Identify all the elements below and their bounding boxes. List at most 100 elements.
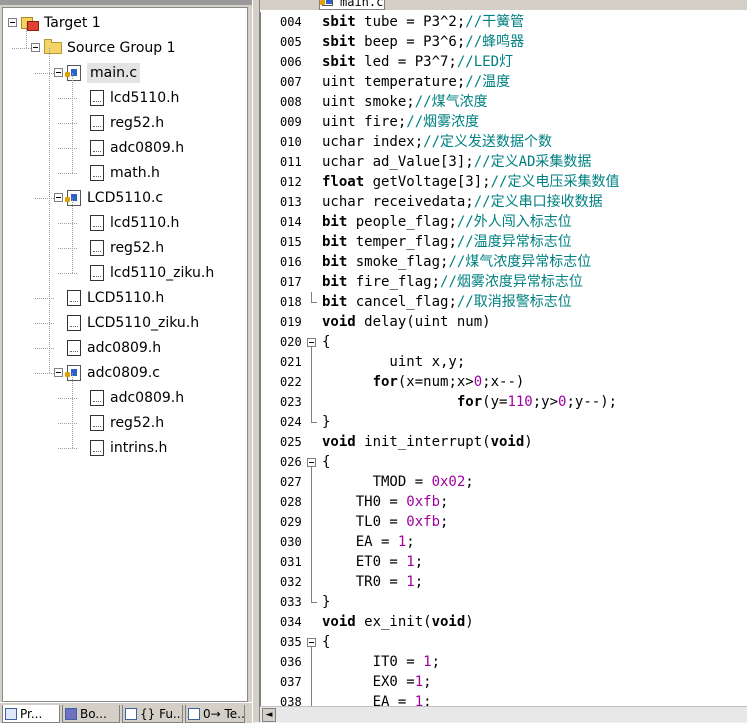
- code-line[interactable]: 025 void init_interrupt(void): [261, 432, 747, 452]
- code-line[interactable]: 018 bit cancel_flag;//取消报警标志位: [261, 292, 747, 312]
- file-tab-label: main.c: [340, 0, 384, 9]
- fold-toggle-icon[interactable]: [307, 638, 316, 647]
- tree-item-label: lcd5110_ziku.h: [110, 265, 215, 281]
- header-file-icon: [67, 340, 81, 356]
- code-line[interactable]: 006 sbit led = P3^7;//LED灯: [261, 52, 747, 72]
- tree-item-label: math.h: [110, 165, 160, 181]
- header-file-icon: [90, 215, 104, 231]
- code-text: bit cancel_flag;//取消报警标志位: [322, 294, 572, 310]
- tree-item-lcd5110-ziku-h[interactable]: lcd5110_ziku.h: [3, 263, 243, 283]
- fold-toggle-icon[interactable]: [307, 458, 316, 467]
- code-text: {: [322, 334, 331, 350]
- code-editor[interactable]: main.c 004 sbit tube = P3^2;//干簧管 005 sbit …: [260, 0, 747, 722]
- code-line[interactable]: 017 bit fire_flag;//烟雾浓度异常标志位: [261, 272, 747, 292]
- code-line[interactable]: 022 for(x=num;x>0;x--): [261, 372, 747, 392]
- line-number: 022: [280, 375, 302, 389]
- books-icon: [65, 708, 77, 720]
- panel-tab-label: 0→ Te...: [203, 707, 245, 721]
- tree-item-lcd5110-h[interactable]: lcd5110.h: [3, 213, 243, 233]
- panel-tab-2[interactable]: {} Fu...: [122, 705, 183, 723]
- code-line[interactable]: 035 {: [261, 632, 747, 652]
- collapse-toggle-icon[interactable]: [54, 193, 63, 202]
- pane-splitter[interactable]: [252, 0, 260, 722]
- code-line[interactable]: 009 uint fire;//烟雾浓度: [261, 112, 747, 132]
- code-line[interactable]: 024}: [261, 412, 747, 432]
- line-number: 030: [280, 535, 302, 549]
- code-line[interactable]: 038 EA = 1;: [261, 692, 747, 706]
- code-line[interactable]: 008 uint smoke;//煤气浓度: [261, 92, 747, 112]
- code-line[interactable]: 027 TMOD = 0x02;: [261, 472, 747, 492]
- tree-item-lcd5110-c[interactable]: LCD5110.c: [3, 188, 243, 208]
- line-number: 021: [280, 355, 302, 369]
- tree-item-adc0809-h[interactable]: adc0809.h: [3, 338, 243, 358]
- file-tab-main-c[interactable]: main.c: [319, 0, 385, 10]
- code-line[interactable]: 020 {: [261, 332, 747, 352]
- code-line[interactable]: 031 ET0 = 1;: [261, 552, 747, 572]
- tree-item-adc0809-h[interactable]: adc0809.h: [3, 388, 243, 408]
- project-tree[interactable]: Target 1 Source Group 1 main.c lcd5110.h reg…: [2, 7, 248, 702]
- code-line[interactable]: 026 {: [261, 452, 747, 472]
- tree-item-reg52-h[interactable]: reg52.h: [3, 238, 243, 258]
- code-line[interactable]: 005 sbit beep = P3^6;//蜂鸣器: [261, 32, 747, 52]
- tree-item-lcd5110-h[interactable]: LCD5110.h: [3, 288, 243, 308]
- collapse-toggle-icon[interactable]: [54, 368, 63, 377]
- tree-item-lcd5110-ziku-h[interactable]: LCD5110_ziku.h: [3, 313, 243, 333]
- code-line[interactable]: 013 uchar receivedata;//定义串口接收数据: [261, 192, 747, 212]
- code-text: IT0 = 1;: [322, 654, 441, 670]
- code-line[interactable]: 036 IT0 = 1;: [261, 652, 747, 672]
- code-line[interactable]: 014 bit people_flag;//外人闯入标志位: [261, 212, 747, 232]
- panel-tab-3[interactable]: 0→ Te...: [185, 705, 245, 723]
- header-file-icon: [90, 165, 104, 181]
- collapse-toggle-icon[interactable]: [31, 43, 40, 52]
- code-text: sbit tube = P3^2;//干簧管: [322, 14, 525, 30]
- tree-item-reg52-h[interactable]: reg52.h: [3, 413, 243, 433]
- line-number: 036: [280, 655, 302, 669]
- code-line[interactable]: 030 EA = 1;: [261, 532, 747, 552]
- code-text: void ex_init(void): [322, 614, 474, 630]
- code-line[interactable]: 011 uchar ad_Value[3];//定义AD采集数据: [261, 152, 747, 172]
- tree-item-lcd5110-h[interactable]: lcd5110.h: [3, 88, 243, 108]
- code-text: sbit beep = P3^6;//蜂鸣器: [322, 34, 525, 50]
- code-text: void delay(uint num): [322, 314, 491, 330]
- collapse-toggle-icon[interactable]: [54, 68, 63, 77]
- code-line[interactable]: 004 sbit tube = P3^2;//干簧管: [261, 12, 747, 32]
- code-line[interactable]: 015 bit temper_flag;//温度异常标志位: [261, 232, 747, 252]
- panel-tab-0[interactable]: Pr...: [2, 705, 60, 723]
- tree-item-label: adc0809.h: [110, 140, 185, 156]
- panel-tab-1[interactable]: Bo...: [62, 705, 120, 723]
- code-text: TL0 = 0xfb;: [322, 514, 449, 530]
- code-line[interactable]: 019 void delay(uint num): [261, 312, 747, 332]
- tree-item-intrins-h[interactable]: intrins.h: [3, 438, 243, 458]
- code-line[interactable]: 010 uchar index;//定义发送数据个数: [261, 132, 747, 152]
- fold-line: [311, 372, 312, 392]
- tree-item-target-1[interactable]: Target 1: [3, 13, 243, 33]
- code-line[interactable]: 016 bit smoke_flag;//煤气浓度异常标志位: [261, 252, 747, 272]
- code-text: uchar index;//定义发送数据个数: [322, 134, 553, 150]
- tree-item-adc0809-h[interactable]: adc0809.h: [3, 138, 243, 158]
- panel-tab-label: Bo...: [80, 707, 107, 721]
- code-line[interactable]: 029 TL0 = 0xfb;: [261, 512, 747, 532]
- horizontal-scrollbar[interactable]: ◄: [260, 706, 747, 722]
- fold-toggle-icon[interactable]: [307, 338, 316, 347]
- code-line[interactable]: 028 TH0 = 0xfb;: [261, 492, 747, 512]
- code-line[interactable]: 034 void ex_init(void): [261, 612, 747, 632]
- code-line[interactable]: 033}: [261, 592, 747, 612]
- tree-item-reg52-h[interactable]: reg52.h: [3, 113, 243, 133]
- fold-line: [311, 572, 312, 592]
- tree-item-adc0809-c[interactable]: adc0809.c: [3, 363, 243, 383]
- code-line[interactable]: 007 uint temperature;//温度: [261, 72, 747, 92]
- code-line[interactable]: 037 EX0 =1;: [261, 672, 747, 692]
- tree-item-math-h[interactable]: math.h: [3, 163, 243, 183]
- scroll-left-arrow-icon[interactable]: ◄: [262, 708, 276, 722]
- tree-item-main-c[interactable]: main.c: [3, 63, 243, 83]
- code-line[interactable]: 012 float getVoltage[3];//定义电压采集数值: [261, 172, 747, 192]
- tree-connector: [12, 48, 31, 49]
- code-text: {: [322, 634, 331, 650]
- collapse-toggle-icon[interactable]: [8, 18, 17, 27]
- code-line[interactable]: 023 for(y=110;y>0;y--);: [261, 392, 747, 412]
- code-line[interactable]: 032 TR0 = 1;: [261, 572, 747, 592]
- tree-item-source-group-1[interactable]: Source Group 1: [3, 38, 243, 58]
- code-line[interactable]: 021 uint x,y;: [261, 352, 747, 372]
- code-area[interactable]: 004 sbit tube = P3^2;//干簧管 005 sbit beep = …: [260, 12, 747, 706]
- tree-guide-line: [49, 48, 50, 373]
